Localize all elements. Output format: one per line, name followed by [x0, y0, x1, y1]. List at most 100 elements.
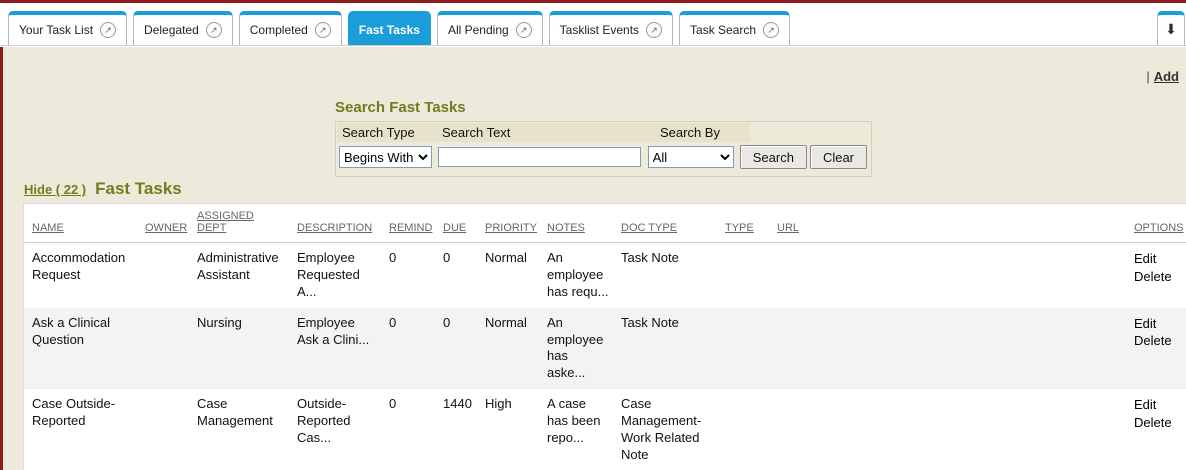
column-header-priority[interactable]: PRIORITY: [479, 204, 541, 243]
separator: |: [1146, 69, 1149, 84]
search-by-select[interactable]: All: [648, 146, 734, 168]
type-cell: [719, 243, 771, 308]
remind-cell: 0: [383, 243, 437, 308]
open-in-new-window-icon[interactable]: ↗: [100, 22, 116, 38]
options-cell: Edit Delete: [1128, 243, 1186, 308]
notes-cell: An employee has aske...: [541, 308, 615, 390]
table-row: Ask a Clinical Question Nursing Employee…: [24, 308, 1186, 390]
due-cell: 0: [437, 308, 479, 390]
tab-overflow-button[interactable]: ⬇: [1157, 11, 1185, 45]
assigned-dept-cell: Nursing: [191, 308, 291, 390]
column-header-owner[interactable]: OWNER: [139, 204, 191, 243]
delete-link[interactable]: Delete: [1134, 332, 1180, 350]
column-header-options[interactable]: OPTIONS: [1128, 204, 1186, 243]
delete-link[interactable]: Delete: [1134, 268, 1180, 286]
column-header-description[interactable]: DESCRIPTION: [291, 204, 383, 243]
search-button[interactable]: Search: [740, 145, 807, 169]
column-header-name[interactable]: NAME: [24, 204, 139, 243]
add-row: | Add: [1146, 69, 1179, 84]
remind-cell: 0: [383, 389, 437, 470]
tab-label: Delegated: [144, 23, 199, 37]
remind-cell: 0: [383, 308, 437, 390]
name-cell: Accommodation Request: [24, 243, 139, 308]
type-cell: [719, 389, 771, 470]
owner-cell: [139, 308, 191, 390]
search-label-row: Search Type Search Text Search By: [337, 123, 870, 142]
doc-type-cell: Task Note: [615, 243, 719, 308]
column-header-notes[interactable]: NOTES: [541, 204, 615, 243]
list-title: Fast Tasks: [95, 179, 182, 199]
hide-link[interactable]: Hide ( 22 ): [24, 182, 86, 197]
fast-tasks-table: NAME OWNER ASSIGNED DEPT DESCRIPTION REM…: [23, 203, 1186, 470]
edit-link[interactable]: Edit: [1134, 396, 1180, 414]
tab-label: All Pending: [448, 23, 509, 37]
open-in-new-window-icon[interactable]: ↗: [646, 22, 662, 38]
priority-cell: Normal: [479, 243, 541, 308]
search-type-label: Search Type: [337, 123, 437, 142]
tab-tasklist-events[interactable]: Tasklist Events ↗: [549, 11, 673, 45]
tab-label: Tasklist Events: [560, 23, 639, 37]
options-cell: Edit Delete: [1128, 308, 1186, 390]
search-control-row: Begins With All Search Clear: [337, 142, 870, 174]
owner-cell: [139, 389, 191, 470]
tab-task-search[interactable]: Task Search ↗: [679, 11, 790, 45]
table-header-row: NAME OWNER ASSIGNED DEPT DESCRIPTION REM…: [24, 204, 1186, 243]
tab-label: Completed: [250, 23, 308, 37]
open-in-new-window-icon[interactable]: ↗: [763, 22, 779, 38]
edit-link[interactable]: Edit: [1134, 315, 1180, 333]
add-link[interactable]: Add: [1154, 69, 1179, 84]
list-heading: Hide ( 22 ) Fast Tasks: [24, 179, 182, 199]
tab-label: Task Search: [690, 23, 756, 37]
url-cell: [771, 243, 1128, 308]
content-area: | Add Search Fast Tasks Search Type Searc…: [0, 47, 1186, 470]
down-arrow-icon: ⬇: [1165, 22, 1177, 38]
assigned-dept-cell: Administrative Assistant: [191, 243, 291, 308]
tab-delegated[interactable]: Delegated ↗: [133, 11, 233, 45]
tab-your-task-list[interactable]: Your Task List ↗: [8, 11, 127, 45]
due-cell: 1440: [437, 389, 479, 470]
description-cell: Employee Ask a Clini...: [291, 308, 383, 390]
search-text-label: Search Text: [437, 123, 655, 142]
doc-type-cell: Case Management-Work Related Note: [615, 389, 719, 470]
type-cell: [719, 308, 771, 390]
column-header-remind[interactable]: REMIND: [383, 204, 437, 243]
tab-completed[interactable]: Completed ↗: [239, 11, 342, 45]
tab-all-pending[interactable]: All Pending ↗: [437, 11, 543, 45]
priority-cell: High: [479, 389, 541, 470]
tab-label: Fast Tasks: [359, 23, 420, 37]
column-header-type[interactable]: TYPE: [719, 204, 771, 243]
open-in-new-window-icon[interactable]: ↗: [206, 22, 222, 38]
tasklist-page: Your Task List ↗ Delegated ↗ Completed ↗…: [0, 0, 1186, 470]
priority-cell: Normal: [479, 308, 541, 390]
search-title: Search Fast Tasks: [335, 99, 872, 116]
delete-link[interactable]: Delete: [1134, 414, 1180, 432]
tab-label: Your Task List: [19, 23, 93, 37]
clear-button[interactable]: Clear: [810, 145, 867, 169]
search-text-input[interactable]: [438, 147, 641, 167]
edit-link[interactable]: Edit: [1134, 250, 1180, 268]
column-header-due[interactable]: DUE: [437, 204, 479, 243]
assigned-dept-cell: Case Management: [191, 389, 291, 470]
description-cell: Outside-Reported Cas...: [291, 389, 383, 470]
description-cell: Employee Requested A...: [291, 243, 383, 308]
doc-type-cell: Task Note: [615, 308, 719, 390]
name-cell: Case Outside-Reported: [24, 389, 139, 470]
tab-fast-tasks[interactable]: Fast Tasks: [348, 11, 431, 45]
search-form: Search Type Search Text Search By Begins…: [335, 121, 872, 177]
column-header-url[interactable]: URL: [771, 204, 1128, 243]
notes-cell: A case has been repo...: [541, 389, 615, 470]
owner-cell: [139, 243, 191, 308]
table-row: Case Outside-Reported Case Management Ou…: [24, 389, 1186, 470]
url-cell: [771, 389, 1128, 470]
open-in-new-window-icon[interactable]: ↗: [516, 22, 532, 38]
name-cell: Ask a Clinical Question: [24, 308, 139, 390]
search-type-select[interactable]: Begins With: [339, 146, 432, 168]
column-header-doc-type[interactable]: DOC TYPE: [615, 204, 719, 243]
notes-cell: An employee has requ...: [541, 243, 615, 308]
tab-bar: Your Task List ↗ Delegated ↗ Completed ↗…: [0, 3, 1186, 46]
open-in-new-window-icon[interactable]: ↗: [315, 22, 331, 38]
table-row: Accommodation Request Administrative Ass…: [24, 243, 1186, 308]
due-cell: 0: [437, 243, 479, 308]
search-section: Search Fast Tasks Search Type Search Tex…: [335, 99, 872, 177]
column-header-assigned-dept[interactable]: ASSIGNED DEPT: [191, 204, 291, 243]
